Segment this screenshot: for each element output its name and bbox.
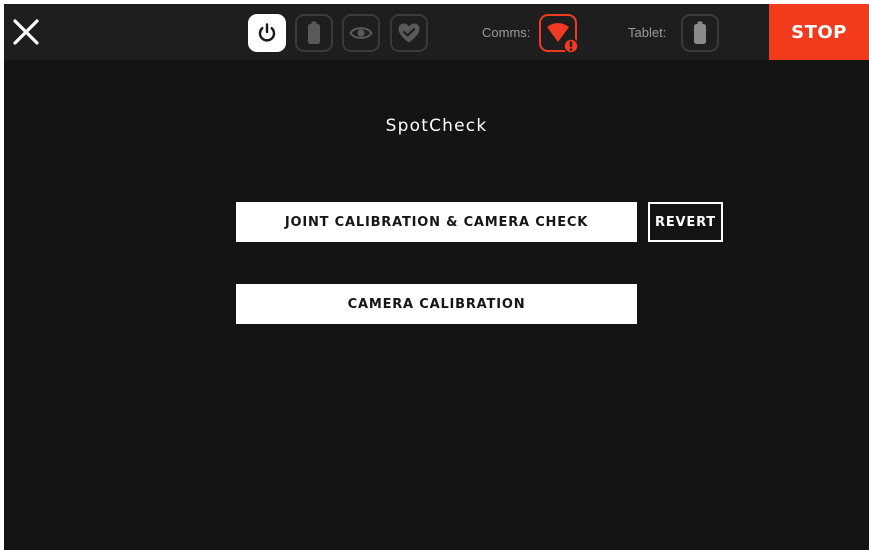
heart-icon <box>398 23 420 43</box>
health-status-button[interactable] <box>390 14 428 52</box>
top-bar: Comms: Tablet: STOP <box>4 4 869 60</box>
eye-icon <box>349 27 373 39</box>
camera-calibration-button[interactable]: CAMERA CALIBRATION <box>236 284 637 324</box>
battery-status-button[interactable] <box>295 14 333 52</box>
battery-icon <box>308 21 320 44</box>
power-status-button[interactable] <box>248 14 286 52</box>
screen: Comms: Tablet: STOP SpotCheck JOINT CALI… <box>0 0 869 550</box>
power-icon <box>258 23 276 42</box>
tablet-battery-button[interactable] <box>681 14 719 52</box>
vision-status-button[interactable] <box>342 14 380 52</box>
comms-label: Comms: <box>482 25 531 40</box>
wifi-warning-icon <box>547 23 579 54</box>
tablet-label: Tablet: <box>628 25 667 40</box>
comms-status-button[interactable] <box>539 14 579 54</box>
app-window: Comms: Tablet: STOP SpotCheck JOINT CALI… <box>4 4 869 550</box>
close-button[interactable] <box>10 16 42 48</box>
page-title: SpotCheck <box>385 116 488 136</box>
battery-icon <box>694 21 706 44</box>
stop-button[interactable]: STOP <box>769 4 869 60</box>
close-icon <box>13 19 39 45</box>
joint-calibration-button[interactable]: JOINT CALIBRATION & CAMERA CHECK <box>236 202 637 242</box>
revert-button[interactable]: REVERT <box>648 202 723 242</box>
